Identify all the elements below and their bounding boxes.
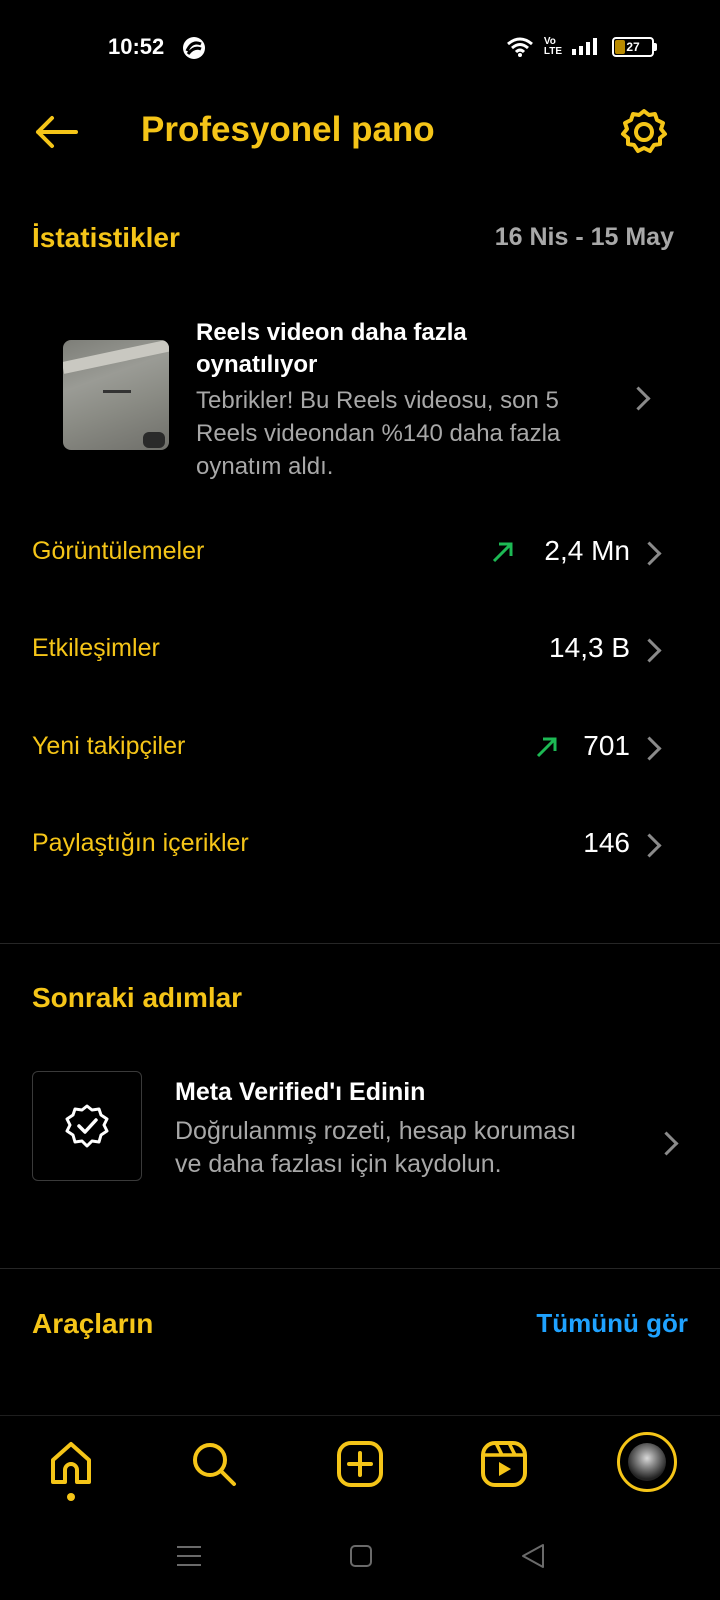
chevron-right-icon [637,541,662,566]
next-steps-title: Sonraki adımlar [32,982,243,1013]
home-icon[interactable] [45,1438,97,1490]
active-indicator [67,1493,75,1501]
metric-label: Paylaştığın içerikler [32,829,249,857]
chevron-right-icon [626,386,651,411]
wifi-icon [506,37,533,57]
reels-highlight-title: Reels videon daha fazla oynatılıyor [196,319,467,378]
metric-label: Etkileşimler [32,634,160,662]
search-icon[interactable] [188,1438,240,1490]
chevron-right-icon [637,833,662,858]
battery-level: 27 [626,40,640,54]
metric-row-engagements[interactable]: Etkileşimler 14,3 B [0,620,720,680]
metric-value: 2,4 Mn [544,535,630,566]
meta-verified-icon-box [32,1071,142,1181]
status-icons: Vo LTE 27 [506,36,657,58]
metric-row-shared-content[interactable]: Paylaştığın içerikler 146 [0,815,720,875]
metric-row-views[interactable]: Görüntülemeler 2,4 Mn [0,523,720,583]
back-triangle-icon[interactable] [520,1543,546,1569]
bottom-navigation [0,1415,720,1516]
volte-label: Vo LTE [543,36,562,57]
arrow-left-icon[interactable] [30,108,82,156]
section-divider [0,1268,720,1269]
reels-highlight-description: Tebrikler! Bu Reels videosu, son 5 Reels… [196,387,561,480]
metric-row-new-followers[interactable]: Yeni takipçiler 701 [0,718,720,778]
metric-value: 14,3 B [549,632,630,663]
tools-title: Araçların [32,1308,154,1339]
home-square-icon[interactable] [349,1544,373,1568]
date-range[interactable]: 16 Nis - 15 May [495,223,674,252]
chevron-right-icon [637,638,662,663]
section-divider [0,943,720,944]
signal-icon [572,38,597,55]
metric-label: Görüntülemeler [32,537,205,565]
statistics-title: İstatistikler [32,222,180,253]
profile-avatar[interactable] [617,1432,677,1492]
reels-thumbnail [63,340,169,450]
metric-value: 701 [583,730,630,761]
verified-badge-icon [65,1104,109,1148]
battery-icon: 27 [612,37,657,57]
see-all-link[interactable]: Tümünü gör [536,1308,688,1339]
trend-up-icon [536,737,557,758]
system-navigation [0,1515,720,1600]
app-notification-icon [183,37,205,59]
metric-value: 146 [583,827,630,858]
chevron-right-icon [637,736,662,761]
status-time: 10:52 [108,34,165,59]
meta-verified-title: Meta Verified'ı Edinin [175,1078,426,1106]
create-icon[interactable] [334,1438,386,1490]
page-title: Profesyonel pano [141,110,435,149]
reels-icon[interactable] [478,1438,530,1490]
metric-label: Yeni takipçiler [32,732,186,760]
gear-icon[interactable] [618,106,670,158]
reels-highlight-card[interactable]: Reels videon daha fazla oynatılıyor Tebr… [0,300,720,500]
menu-icon[interactable] [176,1543,202,1569]
meta-verified-description: Doğrulanmış rozeti, hesap koruması ve da… [175,1117,577,1178]
trend-up-icon [492,542,513,563]
